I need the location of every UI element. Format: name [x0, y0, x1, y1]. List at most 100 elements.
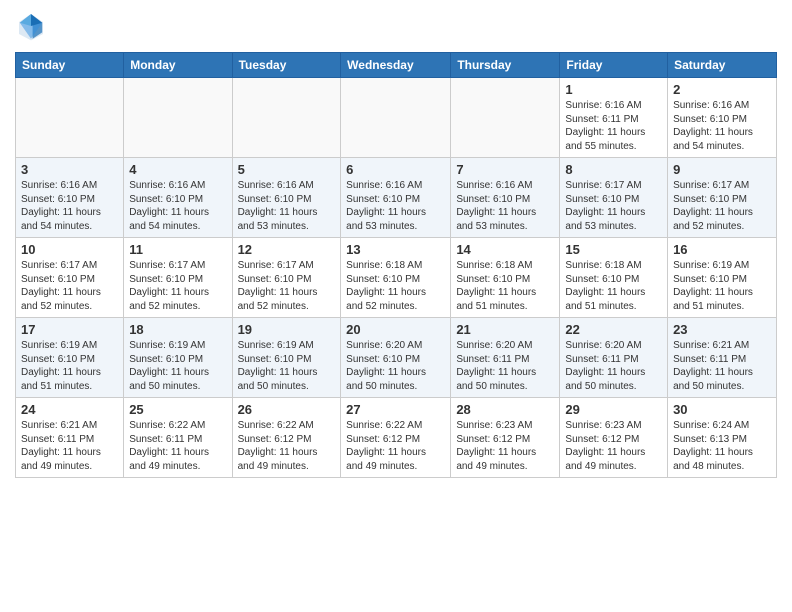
day-info: Sunrise: 6:17 AMSunset: 6:10 PMDaylight:…: [21, 259, 118, 313]
day-info: Sunrise: 6:19 AMSunset: 6:10 PMDaylight:…: [673, 259, 771, 313]
calendar-cell: 13 Sunrise: 6:18 AMSunset: 6:10 PMDayligh…: [341, 238, 451, 318]
calendar-cell: 4 Sunrise: 6:16 AMSunset: 6:10 PMDaylight…: [124, 158, 232, 238]
day-info: Sunrise: 6:17 AMSunset: 6:10 PMDaylight:…: [238, 259, 336, 313]
day-info: Sunrise: 6:22 AMSunset: 6:11 PMDaylight:…: [129, 419, 226, 473]
calendar-cell: 28 Sunrise: 6:23 AMSunset: 6:12 PMDayligh…: [451, 398, 560, 478]
day-info: Sunrise: 6:17 AMSunset: 6:10 PMDaylight:…: [565, 179, 662, 233]
calendar-week-row: 10 Sunrise: 6:17 AMSunset: 6:10 PMDayligh…: [16, 238, 777, 318]
calendar-cell: 26 Sunrise: 6:22 AMSunset: 6:12 PMDayligh…: [232, 398, 341, 478]
calendar-cell: 18 Sunrise: 6:19 AMSunset: 6:10 PMDayligh…: [124, 318, 232, 398]
day-info: Sunrise: 6:16 AMSunset: 6:10 PMDaylight:…: [456, 179, 554, 233]
day-number: 6: [346, 162, 445, 177]
day-number: 4: [129, 162, 226, 177]
day-info: Sunrise: 6:16 AMSunset: 6:11 PMDaylight:…: [565, 99, 662, 153]
day-info: Sunrise: 6:23 AMSunset: 6:12 PMDaylight:…: [456, 419, 554, 473]
calendar-cell: 23 Sunrise: 6:21 AMSunset: 6:11 PMDayligh…: [668, 318, 777, 398]
day-number: 23: [673, 322, 771, 337]
calendar-header-friday: Friday: [560, 53, 668, 78]
calendar-cell: 14Sunrise: 6:18 AMSunset: 6:10 PMDayligh…: [451, 238, 560, 318]
calendar-cell: 27 Sunrise: 6:22 AMSunset: 6:12 PMDayligh…: [341, 398, 451, 478]
calendar-cell: [451, 78, 560, 158]
day-info: Sunrise: 6:17 AMSunset: 6:10 PMDaylight:…: [673, 179, 771, 233]
day-number: 11: [129, 242, 226, 257]
day-number: 8: [565, 162, 662, 177]
calendar-cell: 17 Sunrise: 6:19 AMSunset: 6:10 PMDayligh…: [16, 318, 124, 398]
calendar-cell: [124, 78, 232, 158]
day-info: Sunrise: 6:16 AMSunset: 6:10 PMDaylight:…: [238, 179, 336, 233]
day-info: Sunrise: 6:18 AMSunset: 6:10 PMDaylight:…: [565, 259, 662, 313]
calendar-cell: 3 Sunrise: 6:16 AMSunset: 6:10 PMDaylight…: [16, 158, 124, 238]
day-info: Sunrise: 6:21 AMSunset: 6:11 PMDaylight:…: [21, 419, 118, 473]
day-number: 9: [673, 162, 771, 177]
calendar-header-tuesday: Tuesday: [232, 53, 341, 78]
day-number: 28: [456, 402, 554, 417]
logo-icon: [15, 10, 47, 42]
day-info: Sunrise: 6:22 AMSunset: 6:12 PMDaylight:…: [346, 419, 445, 473]
calendar-cell: 12 Sunrise: 6:17 AMSunset: 6:10 PMDayligh…: [232, 238, 341, 318]
day-number: 30: [673, 402, 771, 417]
day-info: Sunrise: 6:20 AMSunset: 6:11 PMDaylight:…: [565, 339, 662, 393]
day-number: 19: [238, 322, 336, 337]
calendar-cell: 9 Sunrise: 6:17 AMSunset: 6:10 PMDaylight…: [668, 158, 777, 238]
day-number: 13: [346, 242, 445, 257]
day-number: 14: [456, 242, 554, 257]
day-number: 3: [21, 162, 118, 177]
calendar-cell: 15Sunrise: 6:18 AMSunset: 6:10 PMDayligh…: [560, 238, 668, 318]
day-number: 29: [565, 402, 662, 417]
day-info: Sunrise: 6:19 AMSunset: 6:10 PMDaylight:…: [129, 339, 226, 393]
day-number: 16: [673, 242, 771, 257]
calendar-table: SundayMondayTuesdayWednesdayThursdayFrid…: [15, 52, 777, 478]
day-number: 21: [456, 322, 554, 337]
day-info: Sunrise: 6:23 AMSunset: 6:12 PMDaylight:…: [565, 419, 662, 473]
day-number: 17: [21, 322, 118, 337]
day-number: 22: [565, 322, 662, 337]
calendar-header-monday: Monday: [124, 53, 232, 78]
day-number: 12: [238, 242, 336, 257]
calendar-cell: 5 Sunrise: 6:16 AMSunset: 6:10 PMDaylight…: [232, 158, 341, 238]
day-info: Sunrise: 6:21 AMSunset: 6:11 PMDaylight:…: [673, 339, 771, 393]
day-info: Sunrise: 6:16 AMSunset: 6:10 PMDaylight:…: [21, 179, 118, 233]
day-number: 18: [129, 322, 226, 337]
logo: [15, 10, 51, 42]
calendar-cell: 11Sunrise: 6:17 AMSunset: 6:10 PMDayligh…: [124, 238, 232, 318]
calendar-header-saturday: Saturday: [668, 53, 777, 78]
calendar-cell: 2Sunrise: 6:16 AMSunset: 6:10 PMDaylight…: [668, 78, 777, 158]
calendar-body: 1 Sunrise: 6:16 AMSunset: 6:11 PMDaylight…: [16, 78, 777, 478]
day-number: 5: [238, 162, 336, 177]
calendar-cell: [341, 78, 451, 158]
calendar-cell: 6Sunrise: 6:16 AMSunset: 6:10 PMDaylight…: [341, 158, 451, 238]
day-info: Sunrise: 6:19 AMSunset: 6:10 PMDaylight:…: [21, 339, 118, 393]
calendar-week-row: 17 Sunrise: 6:19 AMSunset: 6:10 PMDayligh…: [16, 318, 777, 398]
day-number: 10: [21, 242, 118, 257]
calendar-header-thursday: Thursday: [451, 53, 560, 78]
day-number: 20: [346, 322, 445, 337]
calendar-cell: 21Sunrise: 6:20 AMSunset: 6:11 PMDayligh…: [451, 318, 560, 398]
day-number: 27: [346, 402, 445, 417]
day-number: 26: [238, 402, 336, 417]
calendar-cell: [16, 78, 124, 158]
calendar-cell: 10 Sunrise: 6:17 AMSunset: 6:10 PMDayligh…: [16, 238, 124, 318]
calendar-cell: [232, 78, 341, 158]
calendar-week-row: 24Sunrise: 6:21 AMSunset: 6:11 PMDayligh…: [16, 398, 777, 478]
calendar-header-row: SundayMondayTuesdayWednesdayThursdayFrid…: [16, 53, 777, 78]
day-info: Sunrise: 6:16 AMSunset: 6:10 PMDaylight:…: [129, 179, 226, 233]
day-number: 1: [565, 82, 662, 97]
calendar-cell: 16 Sunrise: 6:19 AMSunset: 6:10 PMDayligh…: [668, 238, 777, 318]
day-info: Sunrise: 6:22 AMSunset: 6:12 PMDaylight:…: [238, 419, 336, 473]
day-number: 25: [129, 402, 226, 417]
calendar-cell: 1 Sunrise: 6:16 AMSunset: 6:11 PMDaylight…: [560, 78, 668, 158]
day-info: Sunrise: 6:18 AMSunset: 6:10 PMDaylight:…: [346, 259, 445, 313]
day-info: Sunrise: 6:24 AMSunset: 6:13 PMDaylight:…: [673, 419, 771, 473]
calendar-cell: 29 Sunrise: 6:23 AMSunset: 6:12 PMDayligh…: [560, 398, 668, 478]
calendar-cell: 19Sunrise: 6:19 AMSunset: 6:10 PMDayligh…: [232, 318, 341, 398]
calendar-header-sunday: Sunday: [16, 53, 124, 78]
calendar-cell: 20Sunrise: 6:20 AMSunset: 6:10 PMDayligh…: [341, 318, 451, 398]
calendar-header-wednesday: Wednesday: [341, 53, 451, 78]
calendar-week-row: 3 Sunrise: 6:16 AMSunset: 6:10 PMDaylight…: [16, 158, 777, 238]
calendar-cell: 22 Sunrise: 6:20 AMSunset: 6:11 PMDayligh…: [560, 318, 668, 398]
calendar-cell: 24Sunrise: 6:21 AMSunset: 6:11 PMDayligh…: [16, 398, 124, 478]
calendar-week-row: 1 Sunrise: 6:16 AMSunset: 6:11 PMDaylight…: [16, 78, 777, 158]
calendar-cell: 7Sunrise: 6:16 AMSunset: 6:10 PMDaylight…: [451, 158, 560, 238]
header: [15, 10, 777, 42]
calendar-cell: 30 Sunrise: 6:24 AMSunset: 6:13 PMDayligh…: [668, 398, 777, 478]
